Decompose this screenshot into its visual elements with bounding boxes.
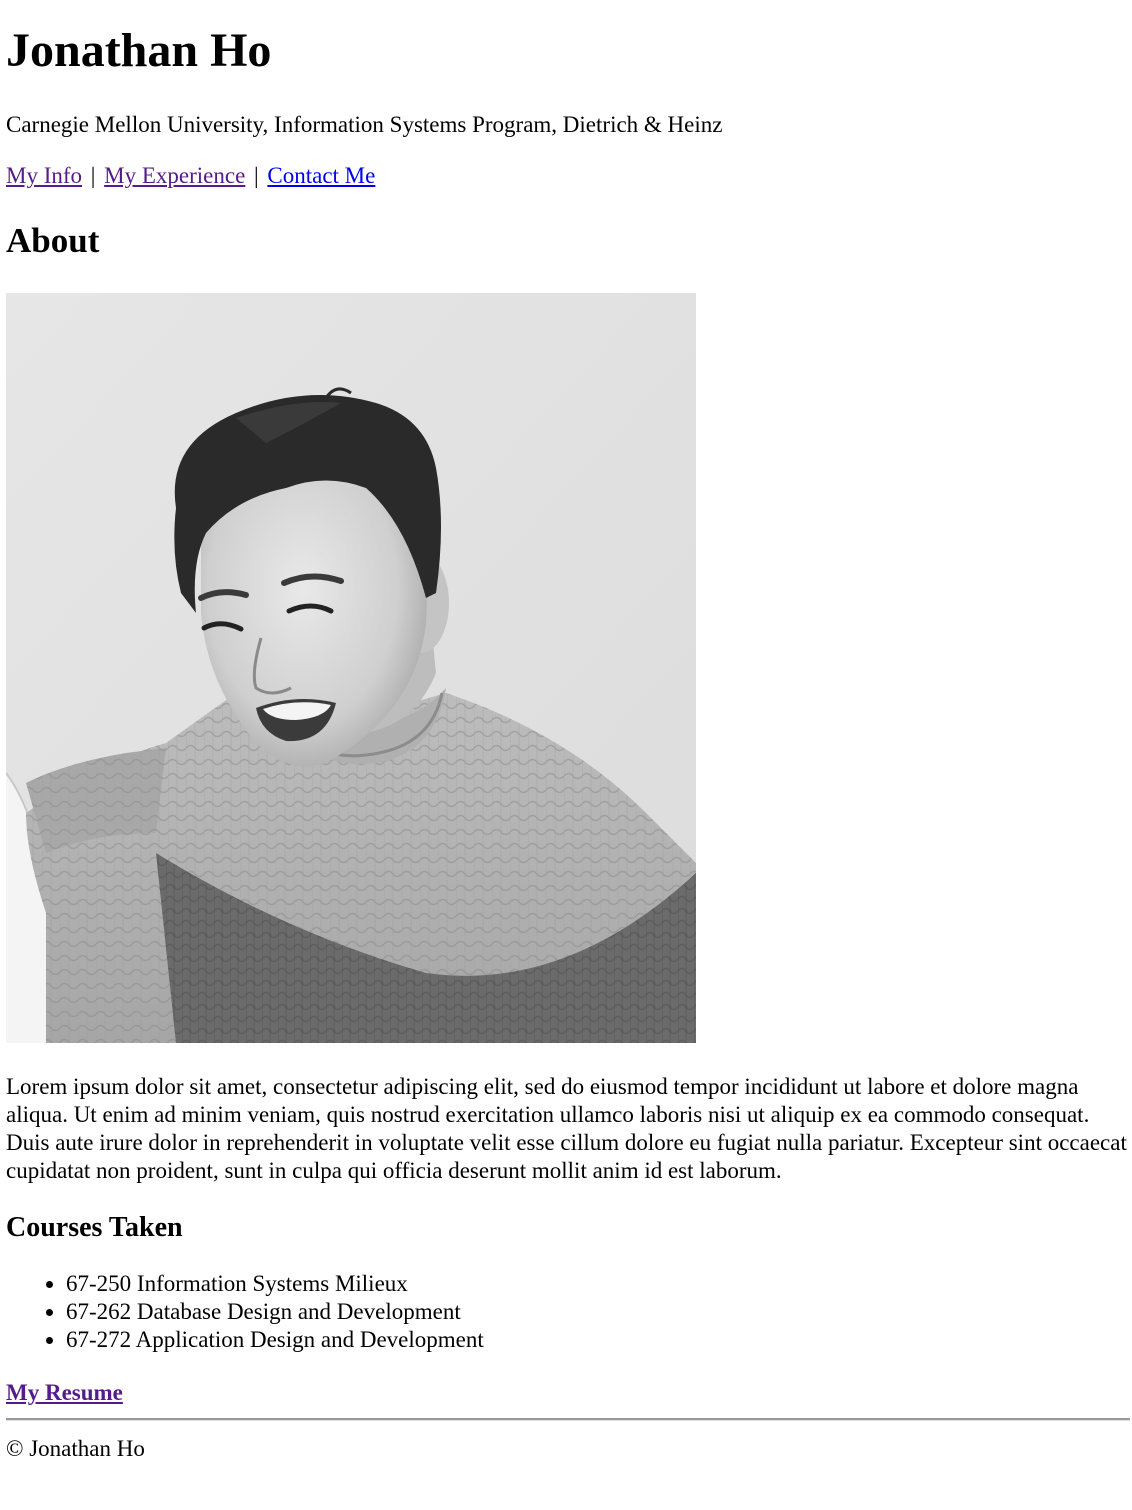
nav-link-my-experience[interactable]: My Experience bbox=[104, 163, 245, 188]
resume-paragraph: My Resume bbox=[6, 1378, 1126, 1408]
footer-divider bbox=[6, 1418, 1130, 1421]
nav-separator: | bbox=[254, 163, 259, 188]
nav-link-my-info[interactable]: My Info bbox=[6, 163, 82, 188]
affiliation-text: Carnegie Mellon University, Information … bbox=[6, 112, 723, 137]
nav-separator: | bbox=[90, 163, 96, 188]
portrait-photo bbox=[6, 293, 696, 1043]
course-item: 67-262 Database Design and Development bbox=[66, 1298, 1126, 1326]
course-item: 67-272 Application Design and Developmen… bbox=[66, 1326, 1126, 1354]
nav-link-contact-me[interactable]: Contact Me bbox=[267, 163, 375, 188]
about-heading: About bbox=[6, 221, 100, 260]
footer-copyright: © Jonathan Ho bbox=[6, 1436, 145, 1461]
courses-heading: Courses Taken bbox=[6, 1212, 183, 1243]
bio-paragraph: Lorem ipsum dolor sit amet, consectetur … bbox=[6, 1074, 1127, 1183]
nav-bar: My Info | My Experience | Contact Me bbox=[6, 161, 1126, 191]
page-title: Jonathan Ho bbox=[6, 24, 272, 77]
resume-link[interactable]: My Resume bbox=[6, 1380, 123, 1405]
course-item: 67-250 Information Systems Milieux bbox=[66, 1270, 1126, 1298]
courses-list: 67-250 Information Systems Milieux 67-26… bbox=[6, 1270, 1126, 1354]
page: Jonathan Ho Carnegie Mellon University, … bbox=[0, 0, 1132, 1464]
